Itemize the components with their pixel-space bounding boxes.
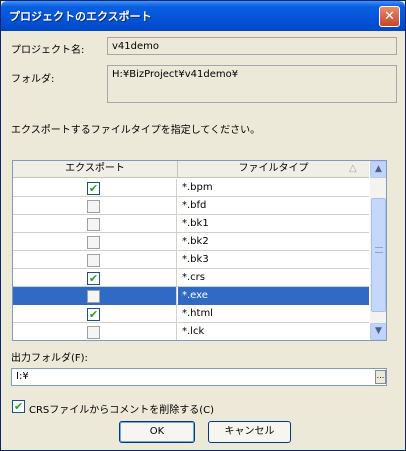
checkmark-icon: ✔ bbox=[88, 308, 99, 321]
table-header: エクスポート ファイルタイプ △ bbox=[13, 161, 369, 178]
export-cell bbox=[13, 287, 177, 305]
sort-ascending-icon: △ bbox=[349, 163, 357, 174]
column-header-export[interactable]: エクスポート bbox=[13, 161, 178, 178]
export-checkbox[interactable] bbox=[87, 290, 100, 303]
scroll-thumb[interactable] bbox=[371, 198, 386, 312]
chevron-down-icon: ▼ bbox=[375, 326, 382, 336]
output-folder-value: I:¥ bbox=[16, 371, 29, 382]
export-cell bbox=[13, 215, 177, 233]
output-folder-label: 出力フォルダ(F): bbox=[11, 353, 88, 364]
filetype-cell: *.exe bbox=[178, 287, 369, 305]
remove-comments-label[interactable]: CRSファイルからコメントを削除する(C) bbox=[29, 401, 214, 416]
instruction-text: エクスポートするファイルタイプを指定してください。 bbox=[11, 125, 261, 136]
export-checkbox[interactable] bbox=[87, 326, 100, 339]
export-cell bbox=[13, 323, 177, 340]
export-cell bbox=[13, 251, 177, 269]
filetype-cell: *.bfd bbox=[182, 200, 207, 211]
table-row[interactable]: ✔ *.crs bbox=[13, 269, 369, 287]
table-row[interactable]: ✔ *.bpm bbox=[13, 179, 369, 197]
filetype-cell: *.html bbox=[182, 308, 213, 319]
filetype-table[interactable]: エクスポート ファイルタイプ △ ✔ *.bpm *.bfd *.bk1 *.bk2 *.… bbox=[12, 160, 387, 341]
close-button[interactable]: ✕ bbox=[379, 6, 400, 27]
export-cell: ✔ bbox=[13, 179, 177, 197]
scroll-down-button[interactable]: ▼ bbox=[370, 323, 386, 340]
title-bar[interactable]: プロジェクトのエクスポート ✕ bbox=[1, 1, 405, 31]
folder-label: フォルダ: bbox=[11, 74, 55, 85]
scroll-up-button[interactable]: ▲ bbox=[370, 161, 386, 178]
table-row[interactable]: *.bk3 bbox=[13, 251, 369, 269]
column-header-filetype[interactable]: ファイルタイプ bbox=[178, 161, 369, 178]
table-row[interactable]: *.bfd bbox=[13, 197, 369, 215]
ok-button[interactable]: OK bbox=[119, 421, 195, 443]
table-row[interactable]: ✔ *.html bbox=[13, 305, 369, 323]
filetype-cell: *.bk2 bbox=[182, 236, 209, 247]
close-icon: ✕ bbox=[384, 9, 395, 24]
table-row[interactable]: *.bk2 bbox=[13, 233, 369, 251]
folder-value: H:¥BizProject¥v41demo¥ bbox=[112, 69, 239, 80]
dialog-title: プロジェクトのエクスポート bbox=[9, 10, 152, 23]
chevron-up-icon: ▲ bbox=[375, 164, 382, 174]
export-cell: ✔ bbox=[13, 305, 177, 323]
export-cell bbox=[13, 233, 177, 251]
export-checkbox[interactable]: ✔ bbox=[87, 182, 100, 195]
export-checkbox[interactable] bbox=[87, 236, 100, 249]
remove-comments-checkbox[interactable]: ✔ bbox=[12, 400, 25, 413]
project-name-value: v41demo bbox=[112, 41, 160, 52]
filetype-cell: *.lck bbox=[182, 326, 205, 337]
export-checkbox[interactable]: ✔ bbox=[87, 272, 100, 285]
folder-field: H:¥BizProject¥v41demo¥ bbox=[107, 65, 397, 103]
export-cell: ✔ bbox=[13, 269, 177, 287]
table-row[interactable]: *.bk1 bbox=[13, 215, 369, 233]
project-name-field: v41demo bbox=[107, 37, 397, 55]
export-checkbox[interactable]: ✔ bbox=[87, 308, 100, 321]
export-checkbox[interactable] bbox=[87, 200, 100, 213]
filetype-cell: *.bk1 bbox=[182, 218, 209, 229]
grip-icon bbox=[375, 247, 383, 253]
browse-button[interactable]: ... bbox=[375, 370, 386, 384]
ellipsis-icon: ... bbox=[376, 371, 385, 380]
export-dialog: プロジェクトのエクスポート ✕ プロジェクト名: v41demo フォルダ: H… bbox=[0, 0, 406, 451]
checkmark-icon: ✔ bbox=[88, 182, 99, 195]
project-name-label: プロジェクト名: bbox=[11, 45, 85, 56]
filetype-cell: *.bk3 bbox=[182, 254, 209, 265]
checkmark-icon: ✔ bbox=[13, 400, 24, 413]
table-row[interactable]: *.lck bbox=[13, 323, 369, 340]
checkmark-icon: ✔ bbox=[88, 272, 99, 285]
export-checkbox[interactable] bbox=[87, 218, 100, 231]
filetype-cell: *.crs bbox=[182, 272, 205, 283]
table-row[interactable]: *.exe bbox=[13, 287, 369, 305]
vertical-scrollbar[interactable]: ▲ ▼ bbox=[370, 161, 386, 340]
export-cell bbox=[13, 197, 177, 215]
cancel-button[interactable]: キャンセル bbox=[208, 421, 291, 443]
export-checkbox[interactable] bbox=[87, 254, 100, 267]
output-folder-input[interactable]: I:¥ bbox=[11, 368, 387, 386]
filetype-cell: *.bpm bbox=[182, 182, 213, 193]
